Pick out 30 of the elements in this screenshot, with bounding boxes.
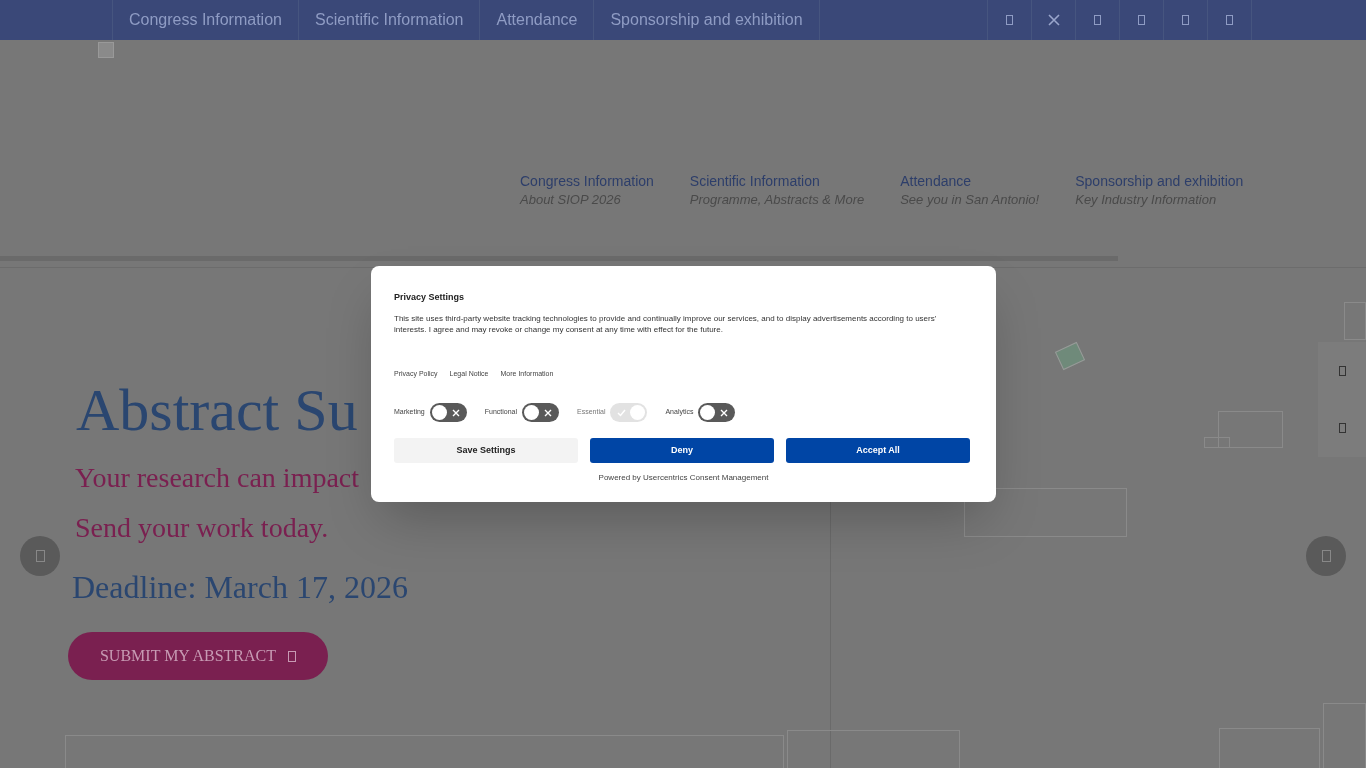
nav-link[interactable]: Scientific Information	[298, 0, 481, 40]
powered-by-text: Powered by Usercentrics Consent Management	[597, 473, 770, 483]
x-icon	[1047, 14, 1060, 26]
toggle-switch[interactable]	[429, 403, 467, 422]
square-icon	[1138, 15, 1145, 25]
square-icon[interactable]	[1338, 423, 1346, 434]
dialog-button[interactable]: Save Settings	[394, 438, 578, 463]
dialog-button[interactable]: Accept All	[786, 438, 970, 463]
dialog-title: Privacy Settings	[394, 291, 466, 303]
previous-slide-button[interactable]	[20, 536, 60, 576]
nav-link[interactable]: Congress Information	[113, 0, 299, 40]
next-slide-button[interactable]	[1306, 536, 1346, 576]
square-icon	[1182, 15, 1189, 25]
dialog-button[interactable]: Deny	[590, 438, 774, 463]
square-icon	[1226, 15, 1233, 25]
nav-link[interactable]: Sponsorship and exhibition	[594, 0, 820, 40]
deadline-text: Deadline: March 17, 2026	[72, 568, 408, 606]
toggle-switch[interactable]	[522, 403, 560, 422]
broken-image-icon	[98, 42, 114, 58]
toggle-switch[interactable]	[698, 403, 736, 422]
square-icon[interactable]	[1338, 365, 1346, 376]
square-icon	[1006, 15, 1013, 25]
square-icon	[1094, 15, 1101, 25]
submit-button[interactable]: SUBMIT MY ABSTRACT	[68, 632, 328, 680]
nav-link[interactable]: Attendance	[480, 0, 595, 40]
hero-heading: Abstract Su	[76, 376, 358, 445]
hero-text: Your research can impact	[75, 462, 360, 494]
hero-text: Send your work today.	[75, 512, 329, 544]
dialog-text: This site uses third-party website tracking technologies to provide and continually improve our services, and to display advertisements according to users' interests. I agree and may revoke or change my consent at any time with effect for the future.	[394, 313, 938, 335]
broken-image-icon	[787, 730, 960, 768]
